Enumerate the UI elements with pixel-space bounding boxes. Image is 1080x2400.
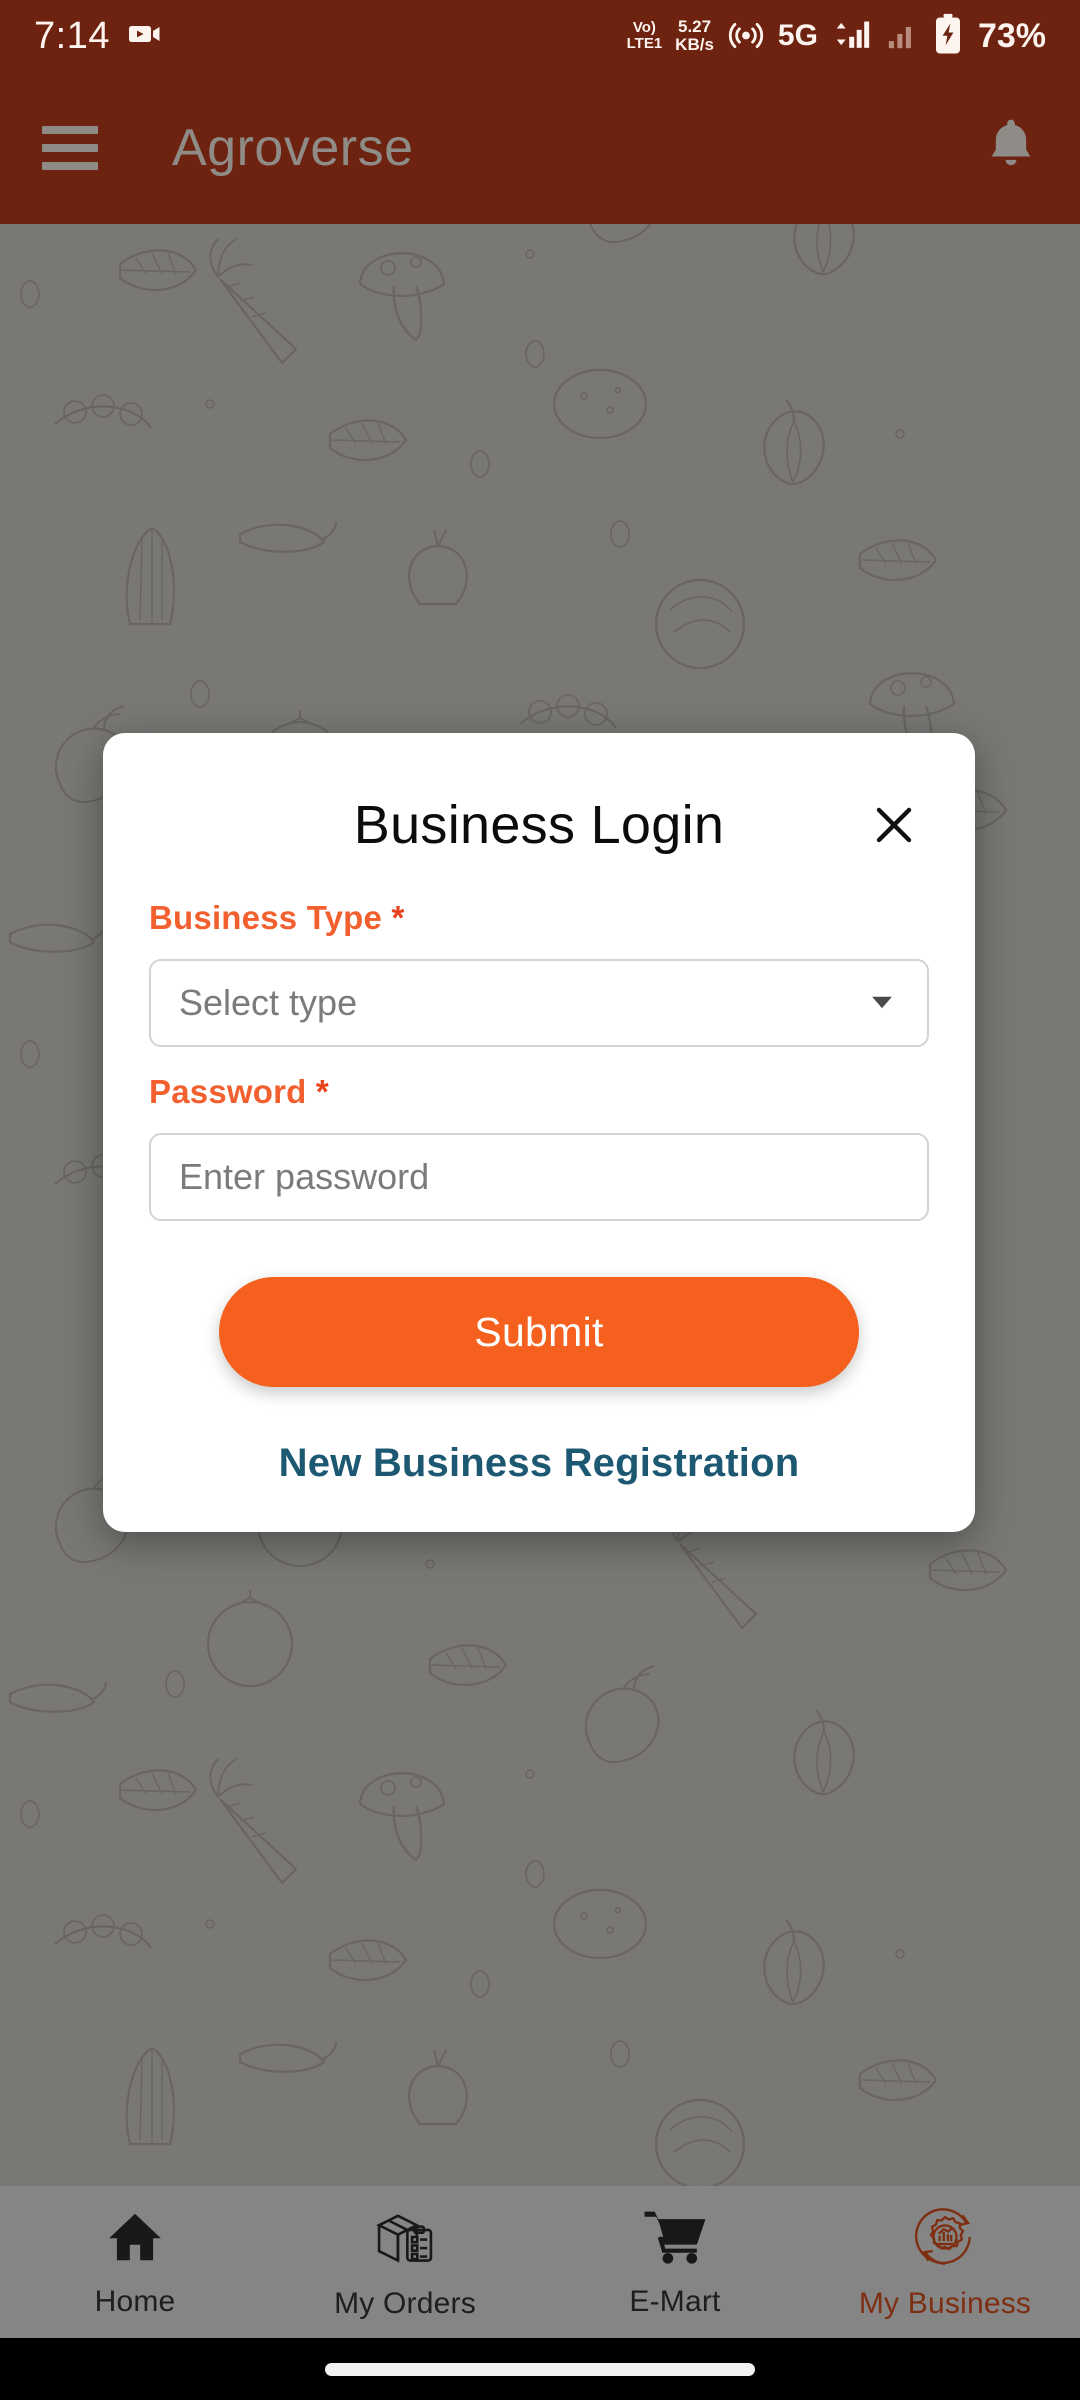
signal-bars-sim2-icon bbox=[886, 17, 920, 56]
battery-charging-icon bbox=[933, 13, 963, 60]
network-speed-indicator: 5.27 KB/s bbox=[675, 16, 714, 54]
system-gesture-bar bbox=[0, 2338, 1080, 2400]
nav-item-emart[interactable]: E-Mart bbox=[540, 2206, 810, 2319]
nav-label-home: Home bbox=[94, 2284, 176, 2318]
register-row: New Business Registration bbox=[149, 1441, 929, 1486]
shopping-cart-icon bbox=[642, 2206, 708, 2273]
field-password: Password * Enter password bbox=[149, 1073, 929, 1221]
password-placeholder: Enter password bbox=[179, 1156, 430, 1197]
home-icon bbox=[104, 2206, 166, 2273]
label-password: Password * bbox=[149, 1073, 329, 1110]
close-icon bbox=[876, 807, 912, 843]
password-input-wrapper[interactable]: Enter password bbox=[149, 1133, 929, 1221]
dialog-header: Business Login bbox=[149, 777, 929, 873]
chevron-down-icon bbox=[865, 984, 899, 1023]
battery-percent-label: 73% bbox=[977, 17, 1046, 55]
nav-item-my-business[interactable]: My Business bbox=[810, 2204, 1080, 2321]
bell-icon bbox=[991, 119, 1031, 165]
business-type-select[interactable]: Select type bbox=[149, 959, 929, 1047]
nav-label-emart: E-Mart bbox=[629, 2284, 721, 2318]
notification-button[interactable] bbox=[984, 117, 1038, 180]
phone-screen: Home My Orders E-Mart My Business Busine… bbox=[0, 0, 1080, 2400]
hotspot-icon bbox=[727, 16, 765, 57]
label-business-type: Business Type * bbox=[149, 899, 405, 936]
dialog-title: Business Login bbox=[353, 795, 725, 855]
new-business-registration-link[interactable]: New Business Registration bbox=[279, 1441, 800, 1486]
box-clipboard-icon bbox=[372, 2204, 438, 2275]
required-asterisk: * bbox=[391, 899, 405, 936]
nav-item-home[interactable]: Home bbox=[0, 2206, 270, 2319]
submit-button[interactable]: Submit bbox=[219, 1277, 859, 1387]
nav-label-my-orders: My Orders bbox=[334, 2286, 476, 2320]
business-login-dialog: Business Login Business Type * Select ty… bbox=[103, 733, 975, 1532]
status-time: 7:14 bbox=[34, 15, 110, 57]
close-button[interactable] bbox=[863, 794, 925, 856]
field-business-type: Business Type * Select type bbox=[149, 899, 929, 1047]
app-bar: Agroverse bbox=[0, 72, 1080, 224]
volte-indicator: Vo) LTE1 bbox=[626, 19, 663, 52]
signal-bars-icon bbox=[831, 16, 873, 57]
status-bar: 7:14 Vo) LTE1 5.27 KB/s 5G 73% bbox=[0, 0, 1080, 72]
required-asterisk: * bbox=[315, 1073, 329, 1110]
gesture-pill[interactable] bbox=[325, 2362, 755, 2376]
app-title: Agroverse bbox=[172, 119, 414, 177]
nav-item-my-orders[interactable]: My Orders bbox=[270, 2204, 540, 2321]
business-type-placeholder: Select type bbox=[179, 982, 358, 1023]
network-type-label: 5G bbox=[777, 19, 818, 52]
screen-record-icon bbox=[128, 22, 162, 51]
bottom-navigation[interactable]: Home My Orders E-Mart My Business bbox=[0, 2186, 1080, 2338]
hamburger-menu-icon[interactable] bbox=[42, 126, 98, 170]
nav-label-my-business: My Business bbox=[858, 2286, 1032, 2320]
submit-row: Submit bbox=[149, 1277, 929, 1387]
gear-chart-icon bbox=[912, 2204, 978, 2275]
